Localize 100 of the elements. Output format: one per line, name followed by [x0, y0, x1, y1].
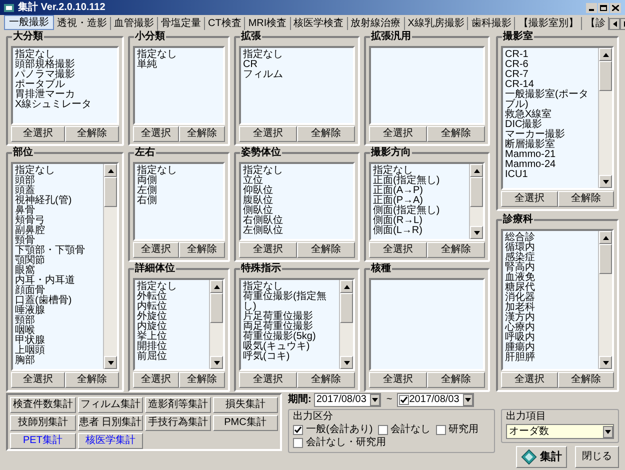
list-item[interactable]: 内転位 [137, 302, 207, 312]
list-item[interactable]: 顎関節 [15, 256, 101, 266]
select-button[interactable]: 全解除 [297, 242, 355, 258]
scrollbar[interactable] [598, 48, 612, 188]
list-item[interactable]: パノラマ撮影 [15, 70, 115, 80]
select-button[interactable]: 全解除 [558, 372, 614, 388]
list-item[interactable]: 加老科 [505, 303, 596, 313]
checkbox[interactable] [293, 425, 303, 435]
dropdown[interactable]: オーダ数 [506, 424, 614, 439]
list-item[interactable]: 側臥位 [243, 206, 351, 216]
list-item[interactable]: 唾液腺 [15, 306, 101, 316]
list-item[interactable]: CR-6 [505, 60, 596, 70]
list-item[interactable]: Mammo-21 [505, 150, 596, 160]
list-item[interactable]: 腹臥位 [243, 196, 351, 206]
list-item[interactable]: 指定なし [15, 166, 101, 176]
list-item[interactable]: 胸部 [15, 356, 101, 366]
select-button[interactable]: 全選択 [369, 372, 427, 388]
select-button[interactable]: 全選択 [501, 372, 558, 388]
list-item[interactable]: 内耳・内耳道 [15, 276, 101, 286]
list-item[interactable]: 副鼻腔 [15, 226, 101, 236]
list-item[interactable]: 頭部規格撮影 [15, 60, 115, 70]
list-item[interactable]: CR-7 [505, 70, 596, 80]
list-item[interactable]: 立位 [243, 176, 351, 186]
list-item[interactable]: 指定なし [137, 166, 221, 176]
list-item[interactable]: ICU1 [505, 170, 596, 180]
checkbox[interactable] [293, 438, 303, 448]
date-field[interactable]: 2017/08/03 [397, 393, 474, 407]
select-button[interactable]: 全解除 [65, 126, 119, 142]
date-field[interactable]: 2017/08/03 [314, 393, 382, 407]
checkbox[interactable] [378, 425, 388, 435]
list-item[interactable]: 頸骨 [15, 236, 101, 246]
list-item[interactable]: 鼻骨 [15, 206, 101, 216]
list-item[interactable]: 総合診 [505, 233, 596, 243]
list-item[interactable]: 下顎部・下顎骨 [15, 246, 101, 256]
select-button[interactable]: 全解除 [558, 191, 614, 207]
list-item[interactable]: 左側臥位 [243, 226, 351, 236]
list-box[interactable]: 指定なし 立位 仰臥位 腹臥位 側臥位 右側臥位 左側臥位 [239, 162, 355, 241]
list-item[interactable]: 頸部 [15, 316, 101, 326]
list-box[interactable]: 指定なし 正面(指定無し) 正面(A→P) 正面(P→A) 側面(指定無し) 側面(R→L) 側面(L→R) [369, 162, 485, 241]
select-button[interactable]: 全選択 [133, 126, 179, 142]
tab[interactable]: 核医学検査 [290, 17, 348, 30]
list-item[interactable]: 外旋位 [137, 312, 207, 322]
report-button[interactable]: フィルム集計 [78, 397, 143, 413]
report-button[interactable]: 手技行為集計 [145, 415, 210, 431]
list-item[interactable]: 呼気(コキ) [243, 352, 337, 362]
list-item[interactable]: 指定なし [137, 50, 221, 60]
list-item[interactable]: 一般撮影室(ポータブル) [505, 90, 596, 110]
select-button[interactable]: 全解除 [427, 126, 485, 142]
select-button[interactable]: 全解除 [179, 126, 225, 142]
list-item[interactable]: 頭蓋 [15, 186, 101, 196]
list-item[interactable]: 循環内 [505, 243, 596, 253]
select-button[interactable]: 全選択 [239, 126, 297, 142]
list-item[interactable]: 上咽頭 [15, 346, 101, 356]
select-button[interactable]: 全解除 [297, 126, 355, 142]
list-item[interactable]: 指定なし [243, 50, 351, 60]
checkbox[interactable] [399, 395, 410, 405]
list-item[interactable]: 漢方内 [505, 313, 596, 323]
list-item[interactable]: 右側臥位 [243, 216, 351, 226]
list-item[interactable]: 吸気(キュウキ) [243, 342, 337, 352]
list-box[interactable]: 指定なし 単純 [133, 46, 225, 125]
select-button[interactable]: 全解除 [65, 372, 119, 388]
scroll-thumb[interactable] [470, 177, 483, 207]
report-button[interactable]: 患者 日別集計 [78, 415, 143, 431]
report-button[interactable]: 核医学集計 [78, 433, 143, 449]
scroll-thumb[interactable] [599, 61, 612, 91]
list-item[interactable]: 甲状腺 [15, 336, 101, 346]
list-box[interactable] [369, 278, 485, 371]
list-item[interactable]: 正面(指定無し) [373, 176, 467, 186]
list-box[interactable]: 指定なし CR フィルム [239, 46, 355, 125]
list-item[interactable]: 正面(P→A) [373, 196, 467, 206]
select-button[interactable]: 全選択 [133, 242, 179, 258]
list-item[interactable]: 心療内 [505, 323, 596, 333]
list-item[interactable]: CR-1 [505, 50, 596, 60]
list-item[interactable]: 胃排泄マーカ [15, 90, 115, 100]
tab[interactable]: 透視・造影 [54, 17, 111, 30]
maximize-button[interactable] [598, 2, 609, 12]
checkbox[interactable] [436, 425, 446, 435]
select-button[interactable]: 全解除 [179, 242, 225, 258]
list-item[interactable]: 頬骨弓 [15, 216, 101, 226]
list-box[interactable]: 指定なし 両側 左側 右側 [133, 162, 225, 241]
list-item[interactable]: 指定なし [373, 166, 467, 176]
report-button[interactable]: PMC集計 [212, 415, 278, 431]
list-item[interactable]: 右側 [137, 196, 221, 206]
scrollbar[interactable] [598, 231, 612, 369]
list-item[interactable]: 仰臥位 [243, 186, 351, 196]
list-item[interactable]: 肝胆膵 [505, 353, 596, 363]
list-item[interactable]: 片足荷重位撮影 [243, 312, 337, 322]
list-item[interactable]: DIC撮影 [505, 120, 596, 130]
list-item[interactable]: 荷重位撮影(指定無し) [243, 292, 337, 312]
select-button[interactable]: 全選択 [369, 242, 427, 258]
report-button[interactable]: 検査件数集計 [10, 397, 76, 413]
list-item[interactable]: フィルム [243, 70, 351, 80]
scrollbar[interactable] [469, 164, 483, 239]
list-item[interactable]: 指定なし [243, 282, 337, 292]
list-item[interactable]: 口蓋(歯槽骨) [15, 296, 101, 306]
list-item[interactable]: 血液免 [505, 273, 596, 283]
select-button[interactable]: 全解除 [179, 372, 225, 388]
list-item[interactable]: 指定なし [243, 166, 351, 176]
list-item[interactable]: 消化器 [505, 293, 596, 303]
tab[interactable]: 一般撮影 [4, 15, 54, 30]
